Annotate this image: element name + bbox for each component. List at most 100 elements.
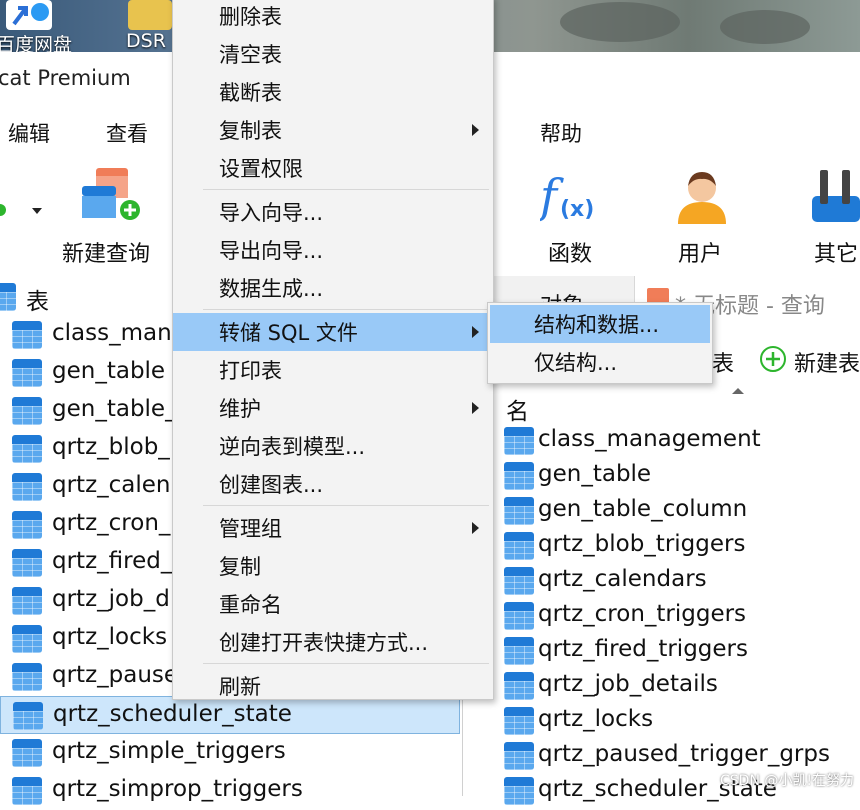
open-table-button[interactable]: 表 [712, 346, 734, 378]
context-menu-item[interactable]: 数据生成... [173, 269, 493, 307]
menu-item-label: 刷新 [219, 675, 261, 699]
object-list-item[interactable]: class_management [500, 424, 860, 459]
svg-text:(x): (x) [560, 197, 594, 222]
table-icon [504, 532, 534, 560]
other-button[interactable]: 其它 [814, 236, 858, 268]
object-list-item[interactable]: qrtz_job_details [500, 669, 860, 704]
context-menu-item[interactable]: 创建图表... [173, 465, 493, 503]
desktop-icon-label: DSR [126, 30, 166, 52]
dump-sql-submenu: 结构和数据... 仅结构... [487, 302, 713, 384]
object-list-label: gen_table_column [538, 496, 748, 522]
tree-item[interactable]: qrtz_simprop_triggers [0, 772, 460, 810]
object-list-label: gen_table [538, 461, 652, 487]
object-list-item[interactable]: qrtz_calendars [500, 564, 860, 599]
table-icon [12, 473, 42, 501]
object-list-item[interactable]: qrtz_paused_trigger_grps [500, 739, 860, 774]
object-list-label: class_management [538, 426, 761, 452]
tree-group-label: 表 [26, 289, 49, 315]
table-icon [12, 663, 42, 691]
table-icon [12, 587, 42, 615]
table-icon [13, 702, 43, 730]
context-menu-item[interactable]: 导入向导... [173, 193, 493, 231]
table-icon [12, 777, 42, 805]
object-list-item[interactable]: gen_table [500, 459, 860, 494]
tools-icon[interactable] [812, 168, 860, 224]
object-list-item[interactable]: qrtz_fired_triggers [500, 634, 860, 669]
new-query-icon[interactable] [82, 168, 142, 224]
context-menu-item[interactable]: 打印表 [173, 351, 493, 389]
table-icon [504, 672, 534, 700]
tree-item-label: qrtz_cron_ [52, 510, 171, 536]
context-menu: 删除表 清空表截断表复制表 设置权限导入向导... 导出向导... 数据生成... 转储 … [172, 0, 494, 700]
table-icon [12, 511, 42, 539]
object-list-label: qrtz_fired_triggers [538, 636, 748, 662]
table-icon [504, 497, 534, 525]
tree-item-label: qrtz_locks [52, 624, 168, 650]
submenu-arrow-icon [472, 124, 479, 136]
menu-item-label: 数据生成... [219, 277, 324, 301]
connection-icon[interactable] [0, 204, 6, 216]
context-menu-item[interactable]: 维护 [173, 389, 493, 427]
context-menu-item[interactable]: 管理组 [173, 509, 493, 547]
context-menu-item[interactable]: 转储 SQL 文件 [173, 313, 493, 351]
tables-folder-icon [0, 283, 16, 311]
context-menu-item[interactable]: 逆向表到模型... [173, 427, 493, 465]
folder-icon[interactable] [128, 0, 172, 30]
menu-item-label: 创建图表... [219, 473, 324, 497]
table-icon [504, 462, 534, 490]
function-icon[interactable]: f (x) [537, 169, 604, 224]
table-icon [504, 427, 534, 455]
menu-item-structure-only[interactable]: 仅结构... [490, 343, 710, 381]
tree-item[interactable]: qrtz_simple_triggers [0, 734, 460, 772]
baidu-netdisk-icon[interactable] [6, 0, 52, 30]
table-icon [12, 739, 42, 767]
object-list-item[interactable]: qrtz_cron_triggers [500, 599, 860, 634]
tree-item-label: qrtz_calen [52, 472, 171, 498]
context-menu-item[interactable]: 导出向导... [173, 231, 493, 269]
chevron-down-icon[interactable] [32, 208, 42, 214]
object-list-item[interactable]: qrtz_locks [500, 704, 860, 739]
context-menu-item[interactable]: 复制 [173, 547, 493, 585]
new-table-button[interactable]: 新建表 [794, 346, 860, 378]
table-icon [12, 321, 42, 349]
table-icon [12, 359, 42, 387]
menu-item-label: 打印表 [219, 359, 282, 383]
context-menu-item[interactable]: 设置权限 [173, 149, 493, 187]
context-menu-item[interactable]: 复制表 [173, 111, 493, 149]
column-header-name[interactable]: 名 [506, 392, 529, 426]
table-icon [504, 777, 534, 805]
context-menu-item[interactable]: 截断表 [173, 73, 493, 111]
object-list-label: qrtz_cron_triggers [538, 601, 747, 627]
add-icon[interactable] [760, 346, 786, 372]
menu-separator [203, 189, 489, 190]
menu-help[interactable]: 帮助 [540, 118, 582, 148]
sort-arrow-icon[interactable] [732, 388, 744, 394]
tree-item-label: qrtz_simprop_triggers [52, 776, 303, 802]
menu-item-label: 仅结构... [534, 351, 618, 375]
menu-item-label: 截断表 [219, 81, 282, 105]
context-menu-item[interactable]: 创建打开表快捷方式... [173, 623, 493, 661]
context-menu-item[interactable]: 刷新 [173, 667, 493, 705]
function-button[interactable]: 函数 [548, 236, 592, 268]
context-menu-item[interactable]: 清空表 [173, 35, 493, 73]
menu-view[interactable]: 查看 [106, 118, 148, 148]
menu-item-label: 重命名 [219, 593, 282, 617]
menu-item-label: 导入向导... [219, 201, 324, 225]
menu-item-label: 管理组 [219, 517, 282, 541]
menu-item-structure-and-data[interactable]: 结构和数据... [490, 305, 710, 343]
menu-item-label: 维护 [219, 397, 261, 421]
menu-separator [203, 505, 489, 506]
tree-item-label: qrtz_fired_ [52, 548, 173, 574]
object-list-label: qrtz_blob_triggers [538, 531, 746, 557]
context-menu-item[interactable]: 重命名 [173, 585, 493, 623]
tree-item-label: qrtz_simple_triggers [52, 738, 286, 764]
object-list-item[interactable]: qrtz_blob_triggers [500, 529, 860, 564]
new-query-button[interactable]: 新建查询 [62, 236, 150, 268]
context-menu-item[interactable]: 删除表 [173, 0, 493, 35]
user-button[interactable]: 用户 [678, 236, 722, 268]
table-icon [12, 397, 42, 425]
menu-edit[interactable]: 编辑 [8, 118, 50, 148]
object-list-item[interactable]: gen_table_column [500, 494, 860, 529]
user-icon[interactable] [676, 168, 728, 224]
table-icon [504, 637, 534, 665]
